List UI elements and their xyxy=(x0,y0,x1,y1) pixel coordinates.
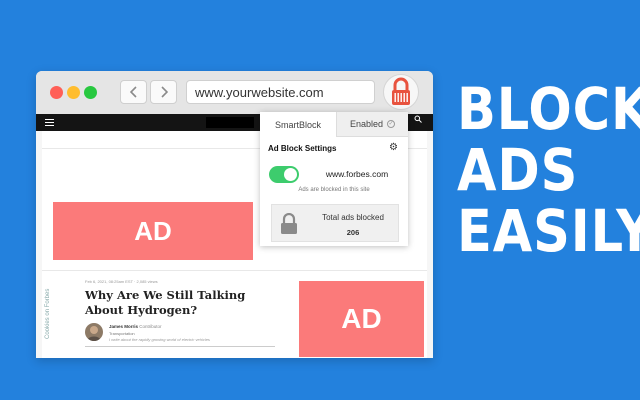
tab-smartblock[interactable]: SmartBlock xyxy=(260,112,336,137)
headline-line: BLOCK xyxy=(457,75,640,143)
site-logo[interactable] xyxy=(206,117,254,128)
menu-icon[interactable] xyxy=(45,119,54,126)
address-bar[interactable]: www.yourwebsite.com xyxy=(186,80,375,104)
popup-title: Ad Block Settings xyxy=(268,144,337,153)
headline: BLOCK ADS EASILY xyxy=(457,75,640,265)
article-title[interactable]: Why Are We Still Talking About Hydrogen? xyxy=(85,288,270,318)
headline-line: EASILY xyxy=(457,197,640,265)
divider xyxy=(42,270,427,271)
minimize-window-button[interactable] xyxy=(67,86,80,99)
close-window-button[interactable] xyxy=(50,86,63,99)
popup-tabs: SmartBlock Enabled ✓ xyxy=(260,112,408,137)
total-ads-label: Total ads blocked xyxy=(322,213,384,222)
browser-titlebar: www.yourwebsite.com xyxy=(36,71,433,115)
stats-box: Total ads blocked 206 xyxy=(271,204,399,242)
author-avatar[interactable] xyxy=(85,323,103,341)
blocked-note: Ads are blocked in this site xyxy=(298,187,370,193)
extension-button[interactable] xyxy=(383,74,419,110)
author-name[interactable]: James Morris xyxy=(109,324,138,329)
chevron-right-icon xyxy=(160,86,168,98)
tab-enabled[interactable]: Enabled ✓ xyxy=(336,112,408,137)
cookies-side-label[interactable]: Cookies on Forbes xyxy=(45,289,51,339)
author-description: I write about the rapidly growing world … xyxy=(109,337,210,342)
lock-icon xyxy=(392,77,410,105)
author-contributor: Contributor xyxy=(139,324,162,329)
total-ads-count: 206 xyxy=(346,228,360,237)
forward-button[interactable] xyxy=(150,80,177,104)
gear-icon[interactable]: ⚙ xyxy=(389,143,398,153)
tab-enabled-label: Enabled xyxy=(349,119,384,129)
ad-banner-right: AD xyxy=(299,281,424,357)
smartblock-popup: SmartBlock Enabled ✓ Ad Block Settings ⚙… xyxy=(260,112,408,246)
search-icon[interactable] xyxy=(414,115,422,125)
adblock-toggle[interactable] xyxy=(269,166,299,183)
chevron-left-icon xyxy=(129,86,137,98)
author-line: James Morris Contributor xyxy=(109,324,162,329)
maximize-window-button[interactable] xyxy=(84,86,97,99)
site-name: www.forbes.com xyxy=(325,169,389,179)
ad-banner-left: AD xyxy=(53,202,253,260)
toggle-knob xyxy=(284,168,297,181)
headline-line: ADS xyxy=(457,136,579,204)
article-meta: Feb 6, 2021, 08:25am EST · 2,085 views xyxy=(85,279,158,284)
check-icon: ✓ xyxy=(387,120,396,128)
padlock-icon xyxy=(281,213,297,234)
article-divider xyxy=(85,346,275,347)
back-button[interactable] xyxy=(120,80,147,104)
author-role: Transportation xyxy=(109,331,135,336)
